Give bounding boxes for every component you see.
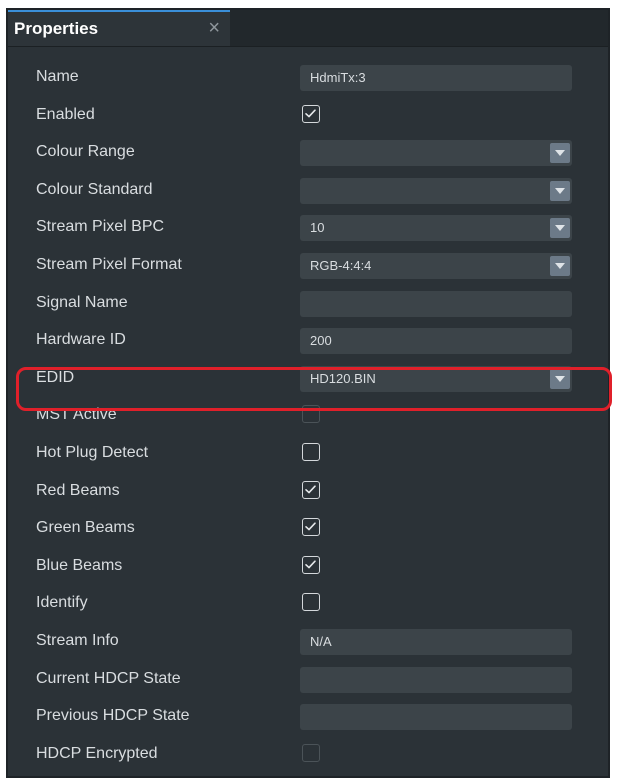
property-row-green-beams: Green Beams [22,511,608,545]
property-row-enabled: Enabled [22,98,608,132]
property-row-identify: Identify [22,586,608,620]
field-value: RGB-4:4:4 [310,258,372,273]
property-row-stream-info: Stream Info N/A [22,624,608,658]
property-row-stream-pixel-format: Stream Pixel Format RGB-4:4:4 [22,248,608,282]
signal-name-field[interactable] [300,290,572,317]
property-label: Colour Range [36,143,135,161]
red-beams-checkbox[interactable] [302,480,320,499]
checkmark-icon [305,484,316,493]
property-row-blue-beams: Blue Beams [22,549,608,583]
chevron-down-icon[interactable] [550,143,570,164]
chevron-down-icon[interactable] [550,218,570,239]
checkmark-icon [305,108,316,117]
colour-standard-select[interactable] [300,177,572,204]
checkmark-icon [305,522,316,531]
hdcp-encrypted-checkbox [302,743,320,762]
hardware-id-field[interactable]: 200 [300,328,572,355]
property-label: HDCP Encrypted [36,744,158,762]
enabled-checkbox[interactable] [302,104,320,123]
property-row-name: Name HdmiTx:3 [22,60,608,94]
property-row-signal-name: Signal Name [22,286,608,320]
property-label: Hot Plug Detect [36,444,149,461]
property-label: Current HDCP State [36,669,181,687]
property-label: Colour Standard [36,180,153,198]
property-label: Blue Beams [36,556,123,574]
colour-range-select[interactable] [300,140,572,167]
property-row-stream-pixel-bpc: Stream Pixel BPC 10 [22,210,608,244]
property-label: Name [36,68,79,85]
property-label: Stream Pixel Format [36,256,182,273]
property-label: Hardware ID [36,331,126,349]
tab-title: Properties [14,19,99,38]
chevron-down-icon[interactable] [550,256,570,276]
field-value: 200 [310,333,332,349]
property-label: Identify [36,594,88,612]
property-label: Stream Pixel BPC [36,218,165,236]
close-icon[interactable]: × [208,16,220,40]
stream-info-field[interactable]: N/A [300,629,572,655]
property-label: Previous HDCP State [36,707,190,725]
property-row-red-beams: Red Beams [22,474,608,508]
property-label: Green Beams [36,519,135,537]
property-label: Enabled [36,105,95,123]
stream-pixel-format-select[interactable]: RGB-4:4:4 [300,253,572,279]
chevron-down-icon[interactable] [550,180,570,201]
property-label: Signal Name [36,293,128,311]
field-value: N/A [310,634,332,649]
property-row-hot-plug-detect: Hot Plug Detect [22,436,608,470]
property-row-colour-range: Colour Range [22,135,608,169]
name-field[interactable]: HdmiTx:3 [300,65,572,91]
field-value: 10 [310,220,325,236]
property-row-hdcp-encrypted: HDCP Encrypted [22,737,608,771]
properties-panel: Properties × Name HdmiTx:3 Enabled Colour R… [6,8,612,778]
property-label: Stream Info [36,632,119,649]
field-value: HdmiTx:3 [310,70,366,85]
property-label: Red Beams [36,481,120,499]
checkmark-icon [305,560,316,569]
identify-checkbox[interactable] [302,593,320,612]
property-row-hardware-id: Hardware ID 200 [22,323,608,357]
green-beams-checkbox[interactable] [302,518,320,537]
property-row-previous-hdcp-state: Previous HDCP State [22,699,608,733]
edid-highlight-annotation [16,367,612,411]
property-row-current-hdcp-state: Current HDCP State [22,662,608,696]
previous-hdcp-state-field[interactable] [300,704,572,731]
blue-beams-checkbox[interactable] [302,555,320,574]
stream-pixel-bpc-select[interactable]: 10 [300,215,572,242]
hot-plug-detect-checkbox[interactable] [302,443,320,461]
tab-bar: Properties × [8,10,608,47]
property-row-colour-standard: Colour Standard [22,173,608,207]
tab-properties[interactable]: Properties × [8,10,230,46]
current-hdcp-state-field[interactable] [300,666,572,693]
